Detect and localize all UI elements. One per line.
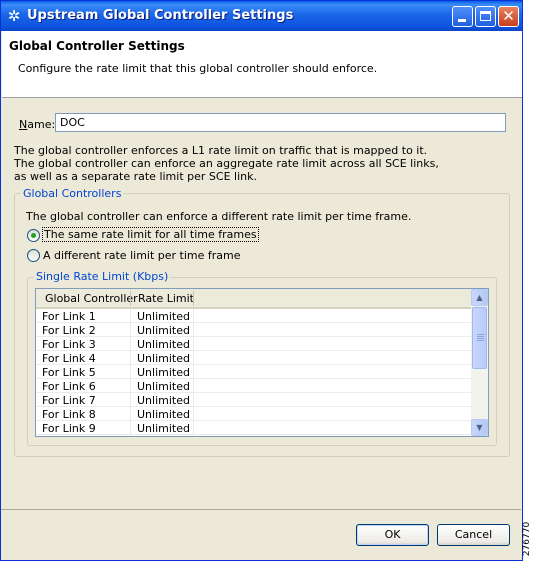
cell-global-controller: For Link 4 [42, 352, 96, 365]
table-row[interactable]: For Link 6 Unlimited [36, 379, 471, 393]
same-rate-label[interactable]: The same rate limit for all time frames [42, 227, 259, 242]
name-label-mnemonic: N [19, 118, 28, 131]
table-row[interactable]: For Link 4 Unlimited [36, 351, 471, 365]
ok-button[interactable]: OK [356, 524, 429, 546]
header-description: Configure the rate limit that this globa… [18, 62, 378, 75]
dialog-header: Global Controller Settings Configure the… [2, 31, 522, 98]
name-label-rest: ame: [27, 118, 56, 131]
chevron-down-icon: ▼ [476, 423, 483, 432]
rate-limit-table: Global Controller Rate Limit For Link 1 U… [35, 288, 489, 437]
table-row[interactable]: For Link 9 Unlimited [36, 421, 471, 435]
cell-global-controller: For Link 2 [42, 324, 96, 337]
figure-number: 276770 [522, 520, 538, 560]
table-row[interactable]: For Link 7 Unlimited [36, 393, 471, 407]
column-resize-handle[interactable] [130, 291, 131, 306]
maximize-icon [480, 11, 491, 21]
column-header-global-controller[interactable]: Global Controller [45, 292, 138, 305]
header-title: Global Controller Settings [9, 39, 185, 53]
cancel-button[interactable]: Cancel [437, 524, 510, 546]
table-body: For Link 1 Unlimited For Link 2 Unlimited Fo… [36, 309, 471, 435]
single-rate-limit-title: Single Rate Limit (Kbps) [34, 270, 171, 283]
scroll-down-button[interactable]: ▼ [471, 419, 488, 436]
cell-global-controller: For Link 3 [42, 338, 96, 351]
minimize-button[interactable] [452, 6, 473, 27]
grip-line [477, 340, 484, 341]
close-button[interactable]: ✕ [498, 6, 519, 27]
different-rate-radio[interactable] [27, 249, 40, 262]
cell-rate-limit[interactable]: Unlimited [137, 366, 190, 379]
cell-global-controller: For Link 9 [42, 422, 96, 435]
cell-rate-limit[interactable]: Unlimited [137, 310, 190, 323]
title-bar[interactable]: ✲ Upstream Global Controller Settings ✕ [1, 1, 522, 31]
global-controllers-description: The global controller can enforce a diff… [26, 210, 412, 223]
table-row[interactable]: For Link 5 Unlimited [36, 365, 471, 379]
grip-line [477, 334, 484, 335]
cell-rate-limit[interactable]: Unlimited [137, 422, 190, 435]
cell-global-controller: For Link 7 [42, 394, 96, 407]
different-rate-label[interactable]: A different rate limit per time frame [43, 249, 241, 262]
global-controllers-title: Global Controllers [21, 187, 124, 200]
cell-global-controller: For Link 6 [42, 380, 96, 393]
table-header: Global Controller Rate Limit [36, 289, 471, 309]
cell-rate-limit[interactable]: Unlimited [137, 352, 190, 365]
figure-number-text: 276770 [522, 521, 533, 557]
cell-rate-limit[interactable]: Unlimited [137, 408, 190, 421]
chevron-up-icon: ▲ [476, 293, 483, 302]
cell-rate-limit[interactable]: Unlimited [137, 338, 190, 351]
description-line-3: as well as a separate rate limit per SCE… [14, 170, 257, 183]
name-label: Name: [19, 118, 55, 131]
maximize-button[interactable] [475, 6, 496, 27]
cell-global-controller: For Link 8 [42, 408, 96, 421]
cisco-bridge-icon: ✲ [7, 7, 21, 25]
cell-global-controller: For Link 1 [42, 310, 96, 323]
description-line-2: The global controller can enforce an agg… [14, 157, 439, 170]
cell-global-controller: For Link 5 [42, 366, 96, 379]
grip-line [477, 338, 484, 339]
close-icon: ✕ [502, 7, 515, 25]
cell-rate-limit[interactable]: Unlimited [137, 324, 190, 337]
table-row[interactable]: For Link 1 Unlimited [36, 309, 471, 323]
table-row[interactable]: For Link 8 Unlimited [36, 407, 471, 421]
table-scrollbar[interactable]: ▲ ▼ [471, 289, 488, 436]
minimize-icon [458, 19, 466, 22]
grip-line [477, 336, 484, 337]
table-row[interactable]: For Link 3 Unlimited [36, 337, 471, 351]
same-rate-radio[interactable] [27, 229, 40, 242]
name-input[interactable] [55, 113, 506, 132]
scroll-thumb[interactable] [472, 307, 487, 369]
footer-separator [1, 509, 521, 510]
cell-rate-limit[interactable]: Unlimited [137, 380, 190, 393]
scroll-up-button[interactable]: ▲ [471, 289, 488, 306]
table-row[interactable]: For Link 2 Unlimited [36, 323, 471, 337]
window-title: Upstream Global Controller Settings [27, 8, 294, 23]
description-line-1: The global controller enforces a L1 rate… [14, 144, 428, 157]
cell-rate-limit[interactable]: Unlimited [137, 394, 190, 407]
column-header-rate-limit[interactable]: Rate Limit [138, 292, 194, 305]
column-resize-handle[interactable] [193, 291, 194, 306]
